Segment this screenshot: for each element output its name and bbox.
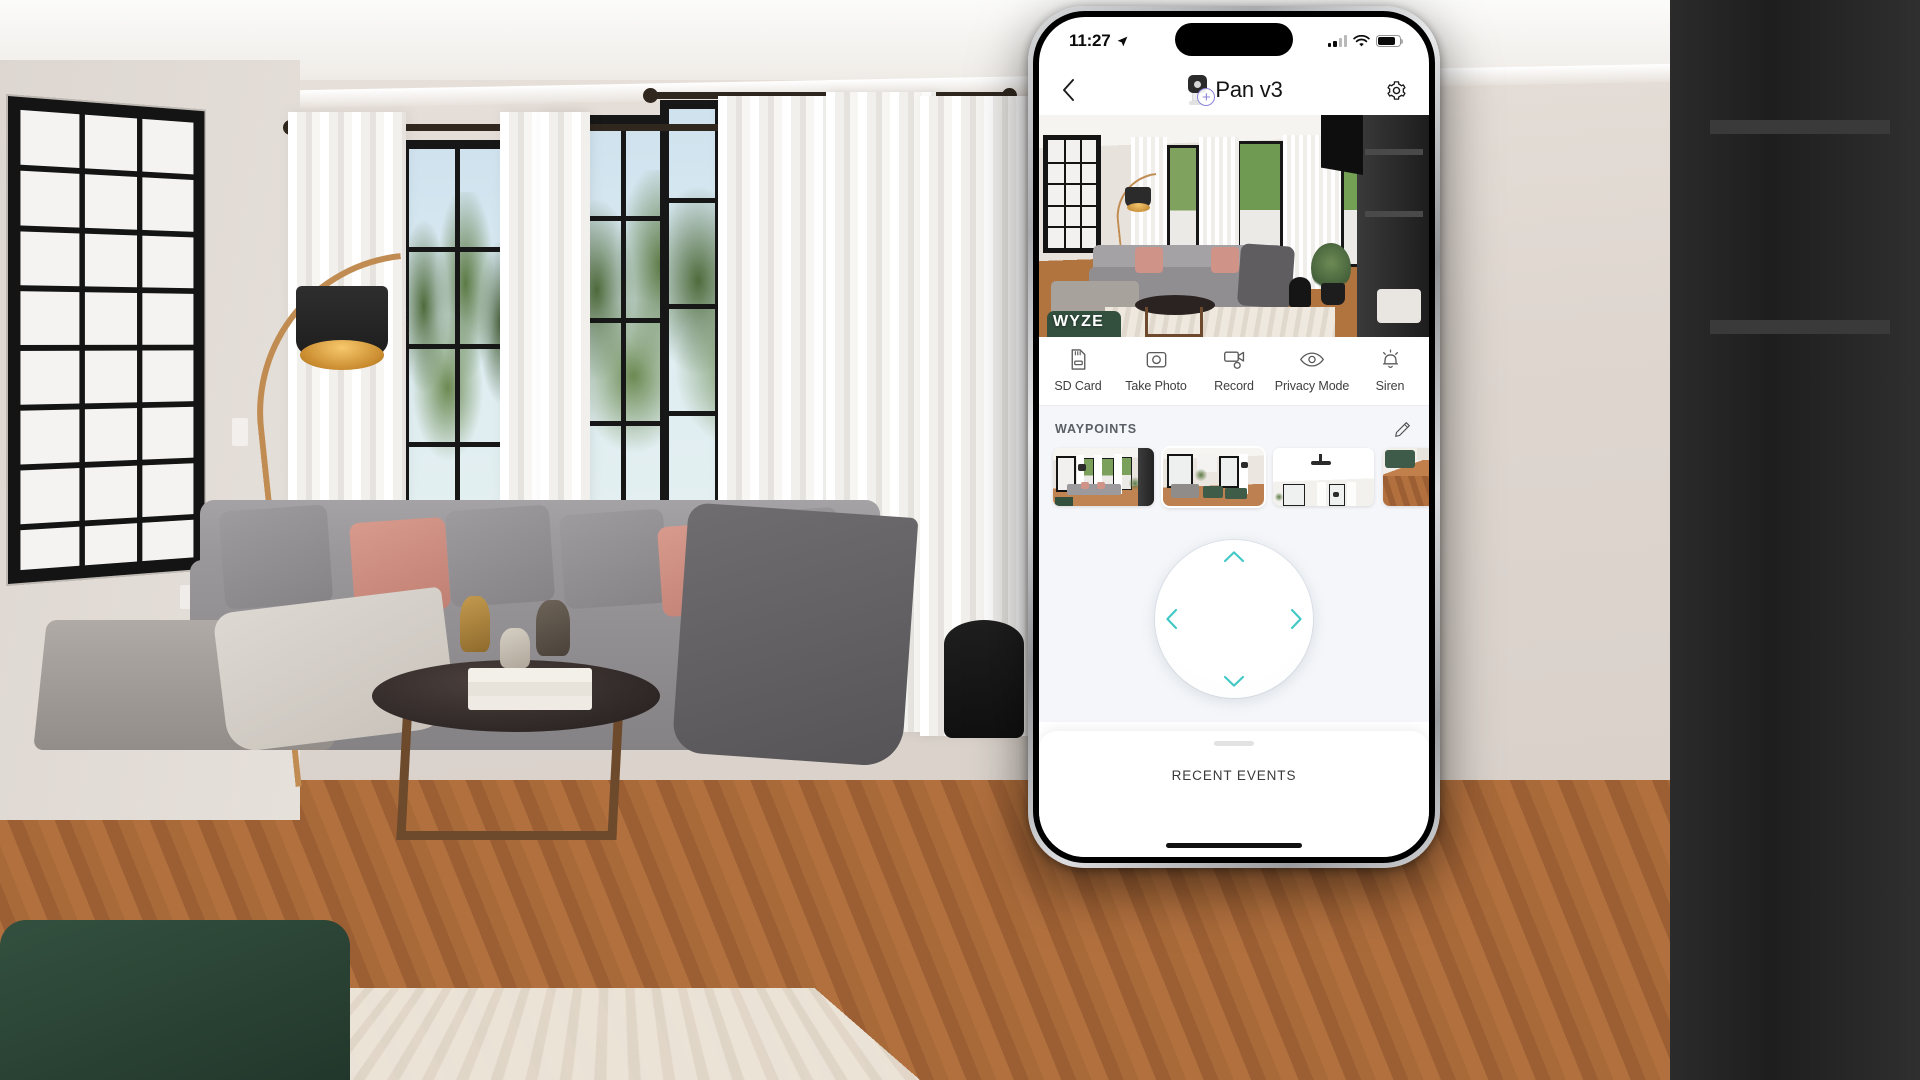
back-button[interactable] (1053, 75, 1083, 105)
camera-icon (1146, 351, 1166, 368)
camera-lens (1194, 80, 1202, 88)
take-photo-button[interactable]: Take Photo (1117, 347, 1195, 393)
gear-icon (1386, 80, 1406, 100)
video-record-icon (1223, 351, 1244, 369)
chevron-right-icon (1290, 608, 1302, 630)
waypoint-image-4 (1383, 448, 1429, 506)
bell-siren-icon (1382, 349, 1398, 369)
page-title: Pan v3 (1215, 77, 1283, 102)
pan-left-button[interactable] (1165, 608, 1178, 630)
status-time: 11:27 (1069, 31, 1111, 50)
background-living-room-photo (0, 0, 1920, 1080)
sd-card-icon (1071, 349, 1085, 370)
recent-events-sheet[interactable]: RECENT EVENTS (1039, 731, 1429, 857)
waypoint-image-2 (1163, 448, 1264, 506)
chevron-down-icon (1223, 675, 1245, 687)
privacy-mode-label: Privacy Mode (1274, 379, 1350, 393)
phone-bezel: 11:27 + Pan v3 WYZE SD Card Take Photo R… (1033, 11, 1435, 863)
sheet-drag-handle[interactable] (1214, 741, 1254, 746)
live-video-feed[interactable]: WYZE (1039, 115, 1429, 337)
pan-tilt-dpad[interactable] (1155, 540, 1313, 698)
record-label: Record (1214, 379, 1254, 393)
pillow-gray-2 (444, 504, 556, 608)
waypoints-strip[interactable] (1039, 446, 1429, 516)
right-dark-wall (1670, 0, 1920, 1080)
record-button[interactable]: Record (1195, 347, 1273, 393)
sd-card-label: SD Card (1054, 379, 1102, 393)
shelf-1 (1710, 120, 1890, 134)
waypoint-thumbnail-2[interactable] (1161, 446, 1266, 508)
status-bar: 11:27 (1039, 17, 1429, 65)
location-arrow-icon (1117, 36, 1127, 46)
privacy-mode-button[interactable]: Privacy Mode (1273, 347, 1351, 393)
camera-stand (1192, 93, 1204, 101)
camera-base (1189, 101, 1207, 105)
shelf-2 (1710, 320, 1890, 334)
wifi-icon (1353, 34, 1370, 46)
wyze-watermark: WYZE (1053, 313, 1105, 330)
app-nav-bar: + Pan v3 (1039, 65, 1429, 115)
eye-icon (1300, 352, 1324, 367)
side-table (944, 620, 1024, 738)
waypoint-thumbnail-1[interactable] (1053, 448, 1154, 506)
grid-window-left (8, 96, 205, 584)
waypoint-thumbnail-3[interactable] (1273, 448, 1374, 506)
waypoint-image-3 (1273, 448, 1374, 506)
siren-label: Siren (1375, 379, 1405, 393)
waypoints-header: WAYPOINTS (1039, 406, 1429, 446)
status-clock: 11:27 (1069, 31, 1129, 51)
feed-image (1039, 115, 1429, 337)
battery-icon (1376, 34, 1404, 48)
chevron-up-icon (1223, 551, 1245, 563)
pillow-gray-3 (558, 508, 670, 610)
pan-right-button[interactable] (1290, 608, 1303, 630)
camera-controls-row: SD Card Take Photo Record Privacy Mode S… (1039, 337, 1429, 406)
dynamic-island (1175, 23, 1293, 56)
chevron-left-icon (1166, 608, 1178, 630)
gray-throw-blanket (671, 502, 919, 768)
chevron-left-icon (1062, 79, 1074, 101)
add-device-badge-icon: + (1197, 88, 1216, 106)
pan-up-button[interactable] (1223, 550, 1245, 563)
ceramic-vase-1 (500, 628, 530, 668)
pillow-gray-1 (218, 504, 334, 610)
iphone-mockup: 11:27 + Pan v3 WYZE SD Card Take Photo R… (1028, 6, 1440, 868)
home-indicator[interactable] (1166, 843, 1302, 848)
brass-vase (460, 596, 490, 652)
waypoints-title: WAYPOINTS (1055, 422, 1137, 436)
pan-down-button[interactable] (1223, 675, 1245, 688)
nav-title-group: + Pan v3 (1039, 65, 1429, 115)
sd-card-button[interactable]: SD Card (1039, 347, 1117, 393)
lamp-glow (300, 340, 384, 370)
waypoint-thumbnail-4[interactable] (1383, 448, 1429, 506)
light-switch (232, 418, 248, 446)
recent-events-title: RECENT EVENTS (1171, 768, 1297, 783)
coffee-table-books (468, 668, 592, 710)
camera-device-icon: + (1185, 75, 1216, 106)
settings-button[interactable] (1381, 75, 1411, 105)
pencil-edit-icon (1394, 421, 1410, 437)
status-icons (1328, 34, 1404, 48)
green-armchair (0, 920, 350, 1080)
pan-tilt-control-area (1039, 516, 1429, 722)
take-photo-label: Take Photo (1125, 379, 1187, 393)
ceramic-vase-2 (536, 600, 570, 656)
waypoint-image-1 (1053, 448, 1154, 506)
phone-screen: 11:27 + Pan v3 WYZE SD Card Take Photo R… (1039, 17, 1429, 857)
siren-button[interactable]: Siren (1351, 347, 1429, 393)
waypoints-section: WAYPOINTS (1039, 406, 1429, 516)
camera-body (1188, 75, 1208, 93)
edit-waypoints-button[interactable] (1391, 418, 1413, 440)
cellular-signal-icon (1328, 35, 1347, 47)
